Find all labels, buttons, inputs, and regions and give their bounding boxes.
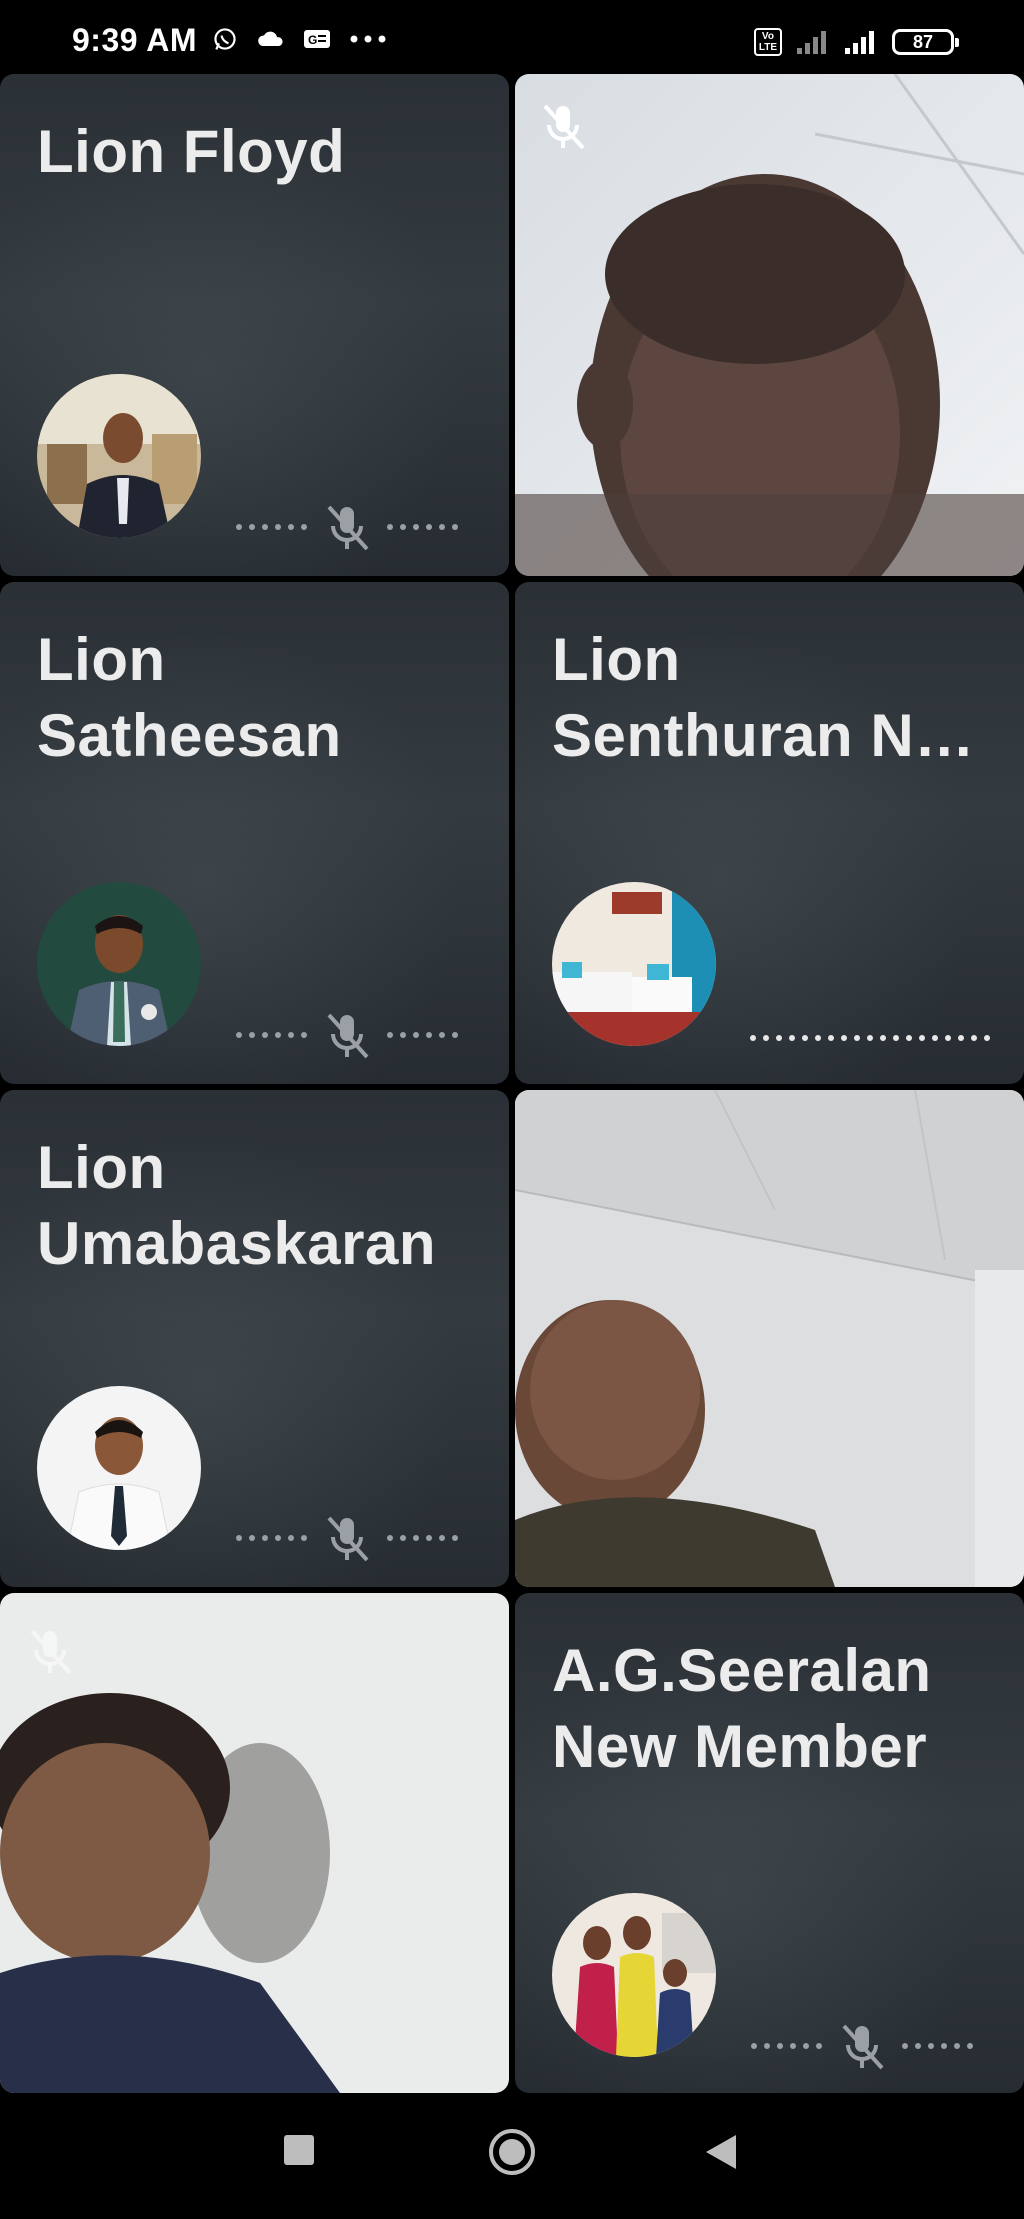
- participant-tile-lion-floyd[interactable]: Lion Floyd: [0, 74, 509, 576]
- avatar: [552, 1893, 716, 2057]
- audio-indicator: [751, 2018, 973, 2074]
- gallery-icon: G: [304, 30, 330, 48]
- signal-icon: [797, 31, 826, 54]
- status-bar: 9:39 AM G Vo LTE 87: [0, 0, 1024, 72]
- participant-tile-lion-senthuran[interactable]: Lion Senthuran N…: [515, 582, 1024, 1084]
- avatar: [37, 882, 201, 1046]
- system-status-icons: Vo LTE 87: [753, 28, 959, 56]
- mic-off-icon: [30, 1629, 72, 1675]
- audio-indicator: [236, 1007, 458, 1063]
- participant-name: Lion Umabaskaran: [37, 1134, 437, 1277]
- participant-name: Lion Satheesan: [37, 626, 342, 769]
- whatsapp-icon: [214, 28, 236, 50]
- more-dots-icon: [350, 35, 386, 43]
- avatar: [37, 374, 201, 538]
- audio-indicator: [750, 1035, 990, 1041]
- mic-off-icon: [327, 1516, 369, 1562]
- battery-icon: 87: [892, 29, 959, 55]
- audio-indicator: [236, 499, 458, 555]
- participant-name: Lion Floyd: [37, 118, 346, 185]
- participant-name: Lion Senthuran N…: [552, 626, 975, 769]
- mic-off-icon: [543, 104, 585, 150]
- back-triangle-icon[interactable]: [704, 2133, 738, 2171]
- mic-off-icon: [327, 505, 369, 551]
- participant-name: A.G.Seeralan New Member: [552, 1637, 932, 1780]
- audio-indicator: [236, 1510, 458, 1566]
- mic-off-icon: [842, 2024, 884, 2070]
- video-feed: [515, 1090, 1024, 1587]
- avatar: [37, 1386, 201, 1550]
- video-feed: [515, 74, 1024, 576]
- home-circle-icon[interactable]: [487, 2127, 537, 2177]
- participant-video-tile[interactable]: [515, 74, 1024, 576]
- svg-text:G: G: [308, 33, 317, 47]
- notification-icons: G: [210, 26, 388, 52]
- signal-icon: [845, 31, 874, 54]
- cloud-icon: [258, 31, 283, 47]
- participant-video-tile[interactable]: [0, 1593, 509, 2093]
- participant-tile-lion-satheesan[interactable]: Lion Satheesan: [0, 582, 509, 1084]
- system-navigation-bar: [0, 2093, 1024, 2219]
- participant-video-tile[interactable]: [515, 1090, 1024, 1587]
- mic-off-icon: [327, 1013, 369, 1059]
- recents-square-icon[interactable]: [282, 2133, 316, 2167]
- participant-tile-ag-seeralan[interactable]: A.G.Seeralan New Member: [515, 1593, 1024, 2093]
- avatar: [552, 882, 716, 1046]
- participant-tile-lion-umabaskaran[interactable]: Lion Umabaskaran: [0, 1090, 509, 1587]
- status-time: 9:39 AM: [72, 22, 198, 58]
- volte-icon: Vo LTE: [753, 28, 782, 56]
